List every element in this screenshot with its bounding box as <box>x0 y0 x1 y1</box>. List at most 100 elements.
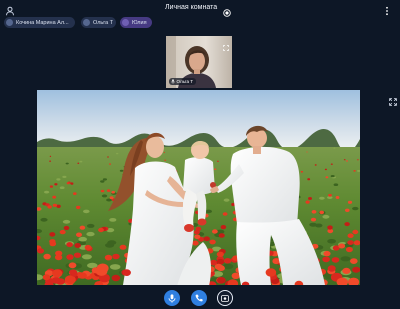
foliage-patch <box>59 186 65 189</box>
microphone-icon <box>168 293 176 303</box>
poppy-flower <box>119 244 127 250</box>
poppy-flower <box>49 155 52 157</box>
poppy-flower <box>74 243 81 248</box>
poppy-flower <box>345 246 353 253</box>
poppy-flower <box>347 233 354 238</box>
poppy-flower <box>106 189 111 192</box>
foliage-patch <box>102 178 107 181</box>
top-bar: Личная комната <box>0 0 400 17</box>
call-button[interactable] <box>191 290 207 306</box>
participant-chip[interactable]: Ольга Т <box>81 17 116 28</box>
foliage-patch <box>62 175 67 178</box>
poppy-flower <box>79 225 86 230</box>
foliage-patch <box>322 214 330 219</box>
poppy-flower <box>347 200 353 204</box>
poppy-flower <box>319 210 325 215</box>
room-title: Личная комната <box>165 4 218 11</box>
foliage-patch <box>340 256 351 262</box>
poppy-flower <box>100 189 105 193</box>
poppy-flower <box>335 196 340 199</box>
self-video-label: Ольга Т <box>169 78 196 85</box>
participant-name: Кочина Марина Ал... <box>16 19 69 26</box>
poppy-flower <box>216 265 225 272</box>
poppy-flower <box>322 256 330 263</box>
foliage-patch <box>319 196 325 200</box>
poppy-flower <box>66 242 73 248</box>
poppy-flower <box>49 185 53 188</box>
fullscreen-icon[interactable] <box>223 38 229 51</box>
poppy-flower <box>325 176 329 179</box>
poppy-flower <box>323 250 331 257</box>
participant-chip[interactable]: Кочина Марина Ал... <box>4 17 75 28</box>
poppy-flower <box>194 234 201 240</box>
poppy-flower <box>344 222 350 227</box>
more-vertical-icon[interactable] <box>384 3 390 16</box>
poppy-flower <box>311 210 317 214</box>
foliage-patch <box>119 169 124 172</box>
foliage-patch <box>86 223 95 228</box>
poppy-flower <box>77 162 80 164</box>
microphone-icon <box>171 79 175 84</box>
poppy-flower <box>222 212 228 216</box>
camera-icon <box>221 294 229 302</box>
foliage-patch <box>78 236 87 242</box>
poppy-flower <box>342 267 351 274</box>
poppy-flower <box>214 168 217 170</box>
foliage-patch <box>205 209 212 214</box>
poppy-flower <box>111 274 121 282</box>
poppy-flower <box>193 230 200 235</box>
foliage-patch <box>235 148 238 151</box>
poppy-flower <box>54 254 63 261</box>
poppy-flower <box>216 251 224 257</box>
poppy-flower <box>212 229 218 234</box>
poppy-flower <box>43 253 51 260</box>
poppy-flower <box>300 170 304 173</box>
poppy-flower <box>353 170 356 172</box>
poppy-flower <box>109 196 114 200</box>
camera-button[interactable] <box>217 290 233 306</box>
foliage-patch <box>79 160 83 163</box>
poppy-flower <box>192 240 199 246</box>
poppy-flower <box>76 232 82 238</box>
poppy-flower <box>357 159 359 161</box>
self-video-name: Ольга Т <box>176 79 193 84</box>
poppy-flower <box>223 258 232 264</box>
expand-icon[interactable] <box>389 93 397 106</box>
participant-chip[interactable]: Юлия <box>120 17 152 28</box>
poppy-flower <box>78 272 87 279</box>
poppy-flower <box>346 160 348 162</box>
poppy-flower <box>164 159 167 161</box>
mic-button[interactable] <box>164 290 180 306</box>
foliage-patch <box>352 206 359 211</box>
self-video-thumbnail[interactable]: Ольга Т <box>166 36 232 88</box>
poppy-flower <box>84 244 92 251</box>
poppy-flower <box>330 163 333 165</box>
record-icon[interactable] <box>223 4 231 17</box>
poppy-flower <box>52 203 58 207</box>
poppy-flower <box>217 277 226 284</box>
poppy-flower <box>71 271 78 277</box>
poppy-flower <box>70 182 74 185</box>
foliage-patch <box>109 264 121 270</box>
avatar <box>83 19 90 26</box>
foliage-patch <box>105 242 115 248</box>
poppy-flower <box>347 240 354 246</box>
poppy-flower <box>107 156 109 158</box>
poppy-flower <box>324 168 327 171</box>
poppy-flower <box>352 229 359 235</box>
person-icon[interactable] <box>5 3 15 16</box>
foliage-patch <box>62 219 71 224</box>
poppy-flower <box>218 233 225 238</box>
poppy-flower <box>59 229 66 235</box>
foliage-patch <box>333 183 339 186</box>
poppy-flower <box>112 253 120 260</box>
poppy-flower <box>338 243 346 249</box>
poppy-flower <box>163 151 165 153</box>
poppy-flower <box>345 208 350 212</box>
poppy-flower <box>308 197 312 200</box>
poppy-flower <box>203 236 210 242</box>
poppy-flower <box>328 193 332 197</box>
poppy-flower <box>49 239 56 244</box>
foliage-patch <box>333 147 336 149</box>
foliage-patch <box>101 194 108 198</box>
